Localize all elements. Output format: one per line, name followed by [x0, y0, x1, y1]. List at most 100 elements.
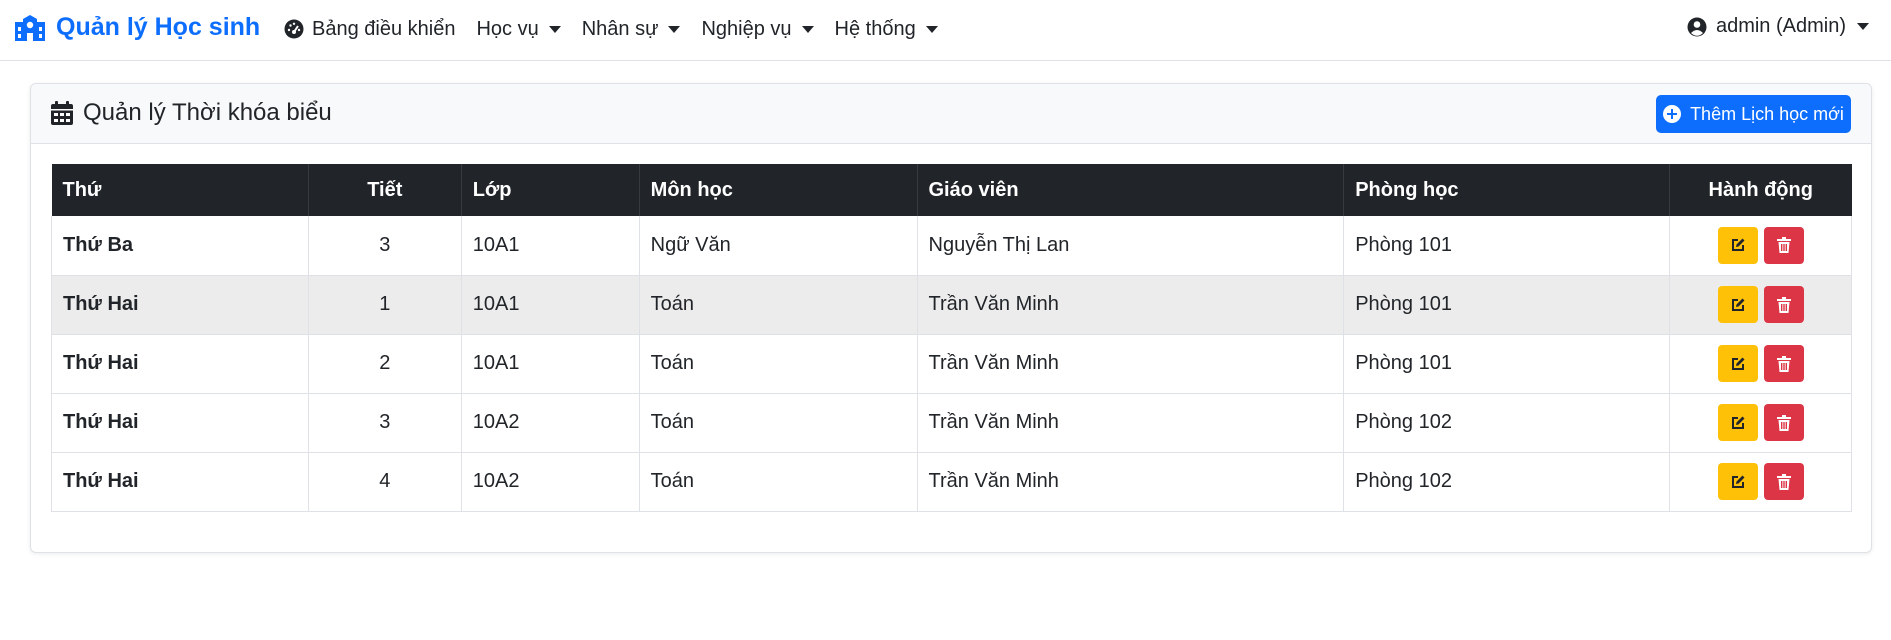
schedule-table: Thứ Tiết Lớp Môn học Giáo viên Phòng học… [51, 164, 1852, 512]
edit-icon [1731, 416, 1744, 429]
nav-operations-label: Nghiệp vụ [701, 17, 792, 40]
cell-teacher: Trần Văn Minh [917, 275, 1345, 335]
header-teacher: Giáo viên [917, 164, 1345, 216]
add-schedule-label: Thêm Lịch học mới [1690, 103, 1844, 124]
table-header-row: Thứ Tiết Lớp Môn học Giáo viên Phòng học… [51, 164, 1852, 216]
table-row: Thứ Ba 3 10A1 Ngữ Văn Nguyễn Thị Lan Phò… [51, 216, 1852, 276]
card-title: Quản lý Thời khóa biểu [51, 99, 332, 127]
delete-button[interactable] [1763, 404, 1804, 441]
nav-system-dropdown[interactable]: Hệ thống [835, 15, 938, 43]
caret-down-icon [1857, 23, 1869, 30]
table-row: Thứ Hai 3 10A2 Toán Trần Văn Minh Phòng … [51, 393, 1852, 453]
cell-actions [1669, 334, 1852, 394]
add-schedule-button[interactable]: Thêm Lịch học mới [1656, 95, 1851, 133]
table-row: Thứ Hai 2 10A1 Toán Trần Văn Minh Phòng … [51, 334, 1852, 394]
header-actions: Hành động [1669, 164, 1852, 216]
cell-room: Phòng 101 [1343, 275, 1671, 335]
nav-academics-dropdown[interactable]: Học vụ [476, 15, 561, 43]
cell-room: Phòng 102 [1343, 452, 1671, 512]
cell-room: Phòng 102 [1343, 393, 1671, 453]
row-actions [1681, 286, 1840, 323]
nav-dashboard[interactable]: Bảng điều khiển [284, 15, 455, 43]
cell-class: 10A1 [461, 334, 640, 394]
row-actions [1681, 226, 1840, 264]
nav-system-label: Hệ thống [834, 17, 916, 40]
header-class: Lớp [461, 164, 640, 216]
delete-button[interactable] [1763, 226, 1804, 264]
row-actions [1681, 345, 1840, 382]
brand-link[interactable]: Quản lý Học sinh [14, 13, 260, 42]
trash-icon [1776, 473, 1791, 490]
cell-class: 10A2 [461, 452, 640, 512]
cell-period: 1 [308, 275, 462, 335]
caret-down-icon [668, 25, 681, 33]
edit-button[interactable] [1717, 463, 1758, 500]
cell-subject: Toán [639, 393, 918, 453]
nav-staff-dropdown[interactable]: Nhân sự [582, 15, 681, 43]
cell-subject: Toán [639, 334, 918, 394]
header-room: Phòng học [1343, 164, 1671, 216]
user-label: admin (Admin) [1715, 15, 1846, 37]
delete-button[interactable] [1763, 345, 1804, 382]
brand-title: Quản lý Học sinh [56, 13, 261, 41]
cell-subject: Toán [639, 452, 918, 512]
edit-icon [1731, 238, 1744, 252]
cell-class: 10A1 [461, 275, 640, 335]
user-menu-dropdown[interactable]: admin (Admin) [1687, 15, 1869, 38]
main-nav: Bảng điều khiển Học vụ Nhân sự Nghiệp vụ… [284, 15, 959, 43]
row-actions [1681, 463, 1840, 500]
schedule-card: Quản lý Thời khóa biểu Thêm Lịch học mới… [30, 83, 1872, 553]
cell-actions [1669, 452, 1852, 512]
cell-day: Thứ Hai [51, 452, 309, 512]
user-circle-icon [1687, 17, 1707, 36]
nav-operations-dropdown[interactable]: Nghiệp vụ [701, 15, 814, 43]
cell-day: Thứ Hai [51, 334, 309, 394]
header-subject: Môn học [639, 164, 918, 216]
edit-button[interactable] [1717, 404, 1758, 441]
edit-icon [1731, 298, 1744, 311]
nav-dashboard-label: Bảng điều khiển [312, 17, 456, 40]
cell-period: 4 [308, 452, 462, 512]
cell-actions [1669, 275, 1852, 335]
cell-period: 3 [308, 393, 462, 453]
trash-icon [1776, 296, 1791, 313]
edit-icon [1731, 357, 1744, 370]
cell-teacher: Trần Văn Minh [917, 393, 1345, 453]
edit-button[interactable] [1717, 286, 1758, 323]
card-header: Quản lý Thời khóa biểu Thêm Lịch học mới [31, 84, 1871, 144]
trash-icon [1776, 355, 1791, 372]
cell-actions [1669, 216, 1852, 276]
delete-button[interactable] [1763, 463, 1804, 500]
cell-class: 10A2 [461, 393, 640, 453]
cell-subject: Ngữ Văn [639, 216, 918, 276]
edit-button[interactable] [1717, 345, 1758, 382]
cell-actions [1669, 393, 1852, 453]
schedule-table-wrapper: Thứ Tiết Lớp Môn học Giáo viên Phòng học… [51, 164, 1852, 512]
cell-room: Phòng 101 [1343, 216, 1671, 276]
cell-room: Phòng 101 [1343, 334, 1671, 394]
header-day: Thứ [51, 164, 309, 216]
nav-staff-label: Nhân sự [581, 17, 659, 40]
edit-icon [1731, 475, 1744, 488]
trash-icon [1776, 414, 1791, 431]
trash-icon [1776, 237, 1791, 254]
cell-teacher: Trần Văn Minh [917, 452, 1345, 512]
cell-class: 10A1 [461, 216, 640, 276]
cell-teacher: Nguyễn Thị Lan [917, 216, 1345, 276]
row-actions [1681, 404, 1840, 441]
delete-button[interactable] [1763, 286, 1804, 323]
caret-down-icon [801, 25, 814, 33]
gauge-icon [284, 19, 304, 39]
edit-button[interactable] [1717, 226, 1758, 264]
cell-day: Thứ Hai [51, 393, 309, 453]
table-row: Thứ Hai 4 10A2 Toán Trần Văn Minh Phòng … [51, 452, 1852, 512]
cell-day: Thứ Hai [51, 275, 309, 335]
caret-down-icon [925, 25, 938, 33]
plus-circle-icon [1663, 105, 1682, 123]
calendar-icon [51, 101, 73, 125]
caret-down-icon [548, 25, 561, 33]
header-period: Tiết [308, 164, 462, 216]
cell-subject: Toán [639, 275, 918, 335]
cell-teacher: Trần Văn Minh [917, 334, 1345, 394]
top-navbar: Quản lý Học sinh Bảng điều khiển Học vụ … [0, 0, 1891, 61]
